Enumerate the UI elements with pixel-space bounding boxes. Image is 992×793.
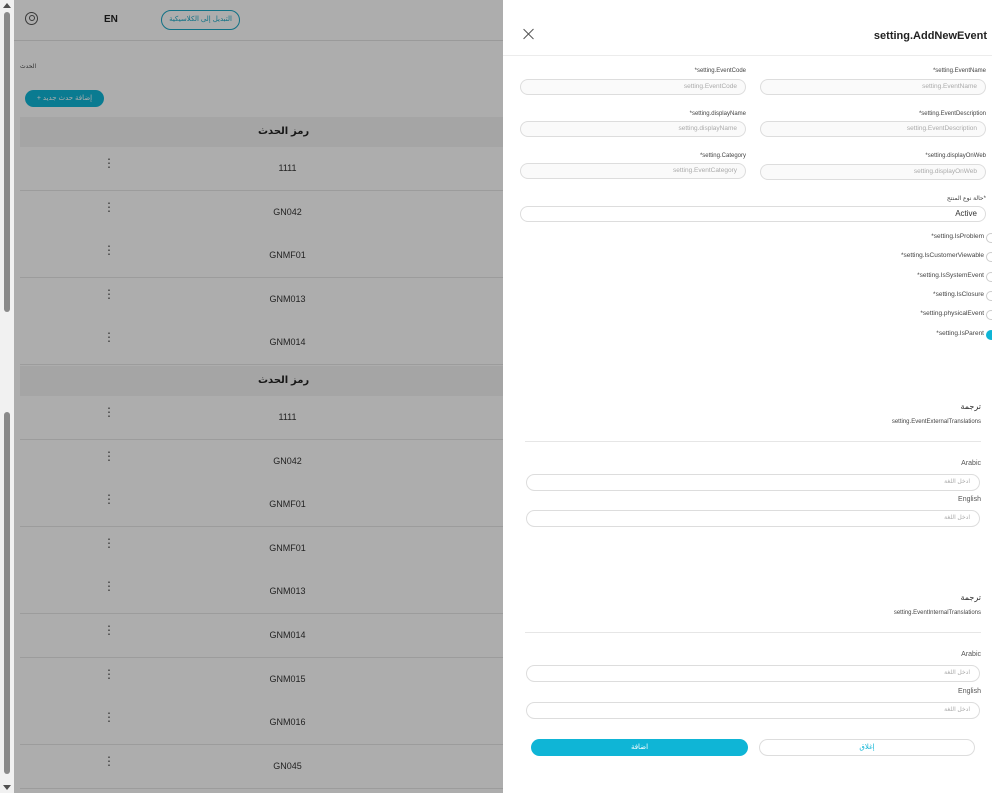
display-on-web-input[interactable]: setting.displayOnWeb [760, 164, 986, 180]
external-arabic-label: Arabic [961, 460, 981, 467]
panel-header: setting.AddNewEvent [503, 0, 992, 56]
scroll-thumb[interactable] [4, 12, 10, 312]
event-description-label: *setting.EventDescription [918, 111, 986, 117]
internal-arabic-label: Arabic [961, 651, 981, 658]
display-on-web-label: *setting.displayOnWeb [925, 153, 986, 159]
checkbox-label: *setting.physicalEvent [920, 310, 984, 318]
category-select[interactable]: setting.EventCategory [520, 163, 746, 179]
checkbox[interactable] [986, 310, 992, 321]
event-code-label: *setting.EventCode [694, 68, 746, 74]
panel-title: setting.AddNewEvent [873, 30, 987, 42]
external-translation-subtitle: setting.EventExternalTranslations [891, 419, 981, 425]
product-status-label: حالة نوع المنتج* [946, 196, 986, 202]
event-description-input[interactable]: setting.EventDescription [760, 121, 986, 137]
event-name-label: *setting.EventName [932, 68, 986, 74]
external-english-label: English [958, 496, 981, 503]
scroll-down-arrow-icon[interactable] [3, 785, 11, 790]
event-code-input[interactable]: setting.EventCode [520, 79, 746, 95]
scroll-up-arrow-icon[interactable] [3, 3, 11, 8]
category-label: *setting.Category [699, 153, 746, 159]
internal-english-label: English [958, 688, 981, 695]
checkbox[interactable] [986, 329, 992, 340]
external-english-input[interactable]: ادخل اللغة [526, 510, 980, 527]
internal-translation-title: ترجمة [960, 593, 982, 602]
divider [525, 441, 981, 442]
scroll-thumb-secondary[interactable] [4, 412, 10, 774]
checkbox-label: *setting.IsCustomerViewable [901, 252, 984, 260]
checkbox[interactable] [986, 233, 992, 243]
product-status-select[interactable]: Active [520, 206, 986, 222]
internal-translation-subtitle: setting.EventInternalTranslations [893, 610, 981, 616]
display-name-input[interactable]: setting.displayName [520, 121, 746, 137]
save-button[interactable]: اضافة [531, 739, 748, 756]
checkbox[interactable] [986, 290, 992, 301]
display-name-label: *setting.displayName [689, 111, 746, 117]
checkbox[interactable] [986, 252, 992, 263]
divider [525, 632, 981, 633]
checkbox[interactable] [986, 271, 992, 282]
modal-backdrop[interactable] [14, 0, 503, 793]
checkbox-label: *setting.IsClosure [933, 290, 984, 298]
event-name-input[interactable]: setting.EventName [760, 79, 986, 95]
checkbox-label: *setting.IsSystemEvent [917, 271, 984, 279]
add-event-panel: setting.AddNewEvent *setting.EventCode s… [503, 0, 992, 793]
checkbox-label: *setting.IsProblem [931, 233, 984, 240]
page-scrollbar[interactable] [0, 0, 14, 793]
external-arabic-input[interactable]: ادخل اللغة [526, 474, 980, 491]
internal-english-input[interactable]: ادخل اللغة [526, 702, 980, 719]
internal-arabic-input[interactable]: ادخل اللغة [526, 665, 980, 682]
checkbox-label: *setting.IsParent [936, 329, 984, 337]
close-icon[interactable] [523, 28, 535, 40]
cancel-button[interactable]: إغلاق [759, 739, 975, 756]
external-translation-title: ترجمة [960, 402, 982, 411]
